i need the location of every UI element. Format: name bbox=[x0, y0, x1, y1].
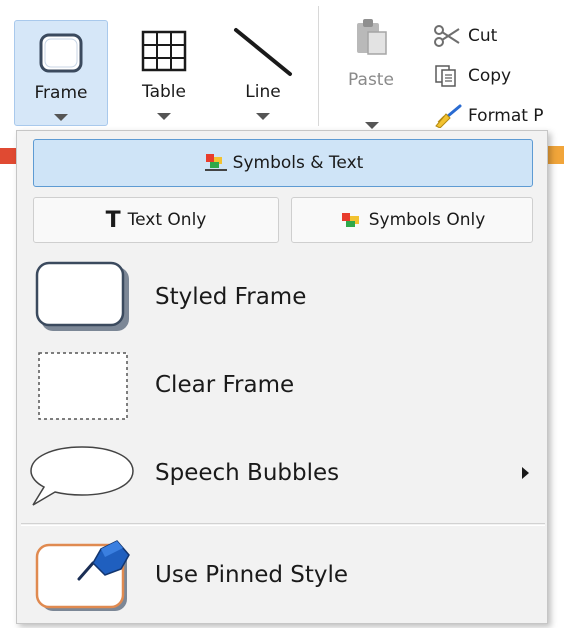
copy-label: Copy bbox=[468, 66, 512, 86]
triangle-right-icon bbox=[522, 467, 529, 479]
diagonal-line-icon bbox=[230, 26, 296, 78]
styled-frame-label: Styled Frame bbox=[155, 284, 307, 310]
format-painter-label: Format P bbox=[468, 106, 544, 126]
speech-bubble-icon bbox=[27, 443, 137, 509]
chevron-down-icon bbox=[157, 113, 171, 120]
ribbon-toolbar: Frame Table Line Paste Cut Copy Format P bbox=[0, 0, 564, 132]
speech-bubbles-label: Speech Bubbles bbox=[155, 460, 340, 486]
symbols-and-text-label: Symbols & Text bbox=[232, 153, 364, 173]
chevron-down-icon bbox=[256, 113, 270, 120]
chevron-down-icon bbox=[365, 122, 379, 129]
speech-bubbles-item[interactable]: Speech Bubbles bbox=[30, 433, 543, 513]
line-button[interactable]: Line bbox=[220, 20, 306, 126]
clear-frame-label: Clear Frame bbox=[155, 372, 295, 398]
frame-button[interactable]: Frame bbox=[14, 20, 108, 126]
frame-dropdown-menu: Symbols & Text T Text Only Symbols Only … bbox=[16, 130, 548, 624]
format-painter-button[interactable]: Format P bbox=[432, 102, 544, 130]
scissors-icon bbox=[432, 24, 462, 48]
clear-frame-item[interactable]: Clear Frame bbox=[33, 345, 543, 425]
frame-label: Frame bbox=[34, 83, 88, 103]
styled-frame-item[interactable]: Styled Frame bbox=[33, 257, 543, 337]
chevron-down-icon bbox=[54, 114, 68, 121]
symbols-only-button[interactable]: Symbols Only bbox=[291, 197, 533, 243]
table-label: Table bbox=[142, 82, 186, 102]
paintbrush-icon bbox=[432, 104, 462, 129]
use-pinned-style-label: Use Pinned Style bbox=[155, 562, 349, 588]
symbol-pictures-icon bbox=[339, 210, 365, 230]
line-label: Line bbox=[245, 82, 281, 102]
menu-divider bbox=[21, 523, 545, 524]
symbols-only-label: Symbols Only bbox=[368, 210, 486, 230]
symbol-pictures-icon bbox=[203, 153, 229, 173]
styled-frame-icon bbox=[35, 261, 131, 333]
text-only-label: Text Only bbox=[127, 210, 207, 230]
rounded-frame-icon bbox=[37, 31, 85, 75]
dashed-frame-icon bbox=[37, 351, 129, 421]
menu-divider bbox=[21, 525, 545, 526]
paste-label: Paste bbox=[348, 70, 394, 90]
text-glyph-icon: T bbox=[105, 207, 121, 233]
use-pinned-style-item[interactable]: Use Pinned Style bbox=[33, 535, 543, 615]
symbols-and-text-button[interactable]: Symbols & Text bbox=[33, 139, 533, 187]
clipboard-icon bbox=[354, 18, 390, 58]
text-only-button[interactable]: T Text Only bbox=[33, 197, 279, 243]
pinned-frame-icon bbox=[35, 535, 135, 615]
cut-button[interactable]: Cut bbox=[432, 22, 497, 50]
copy-button[interactable]: Copy bbox=[432, 62, 511, 90]
ribbon-separator bbox=[318, 6, 319, 126]
table-button[interactable]: Table bbox=[124, 20, 204, 126]
table-grid-icon bbox=[139, 28, 189, 74]
cut-label: Cut bbox=[468, 26, 498, 46]
background-stripe bbox=[546, 146, 564, 164]
copy-icon bbox=[432, 64, 462, 88]
